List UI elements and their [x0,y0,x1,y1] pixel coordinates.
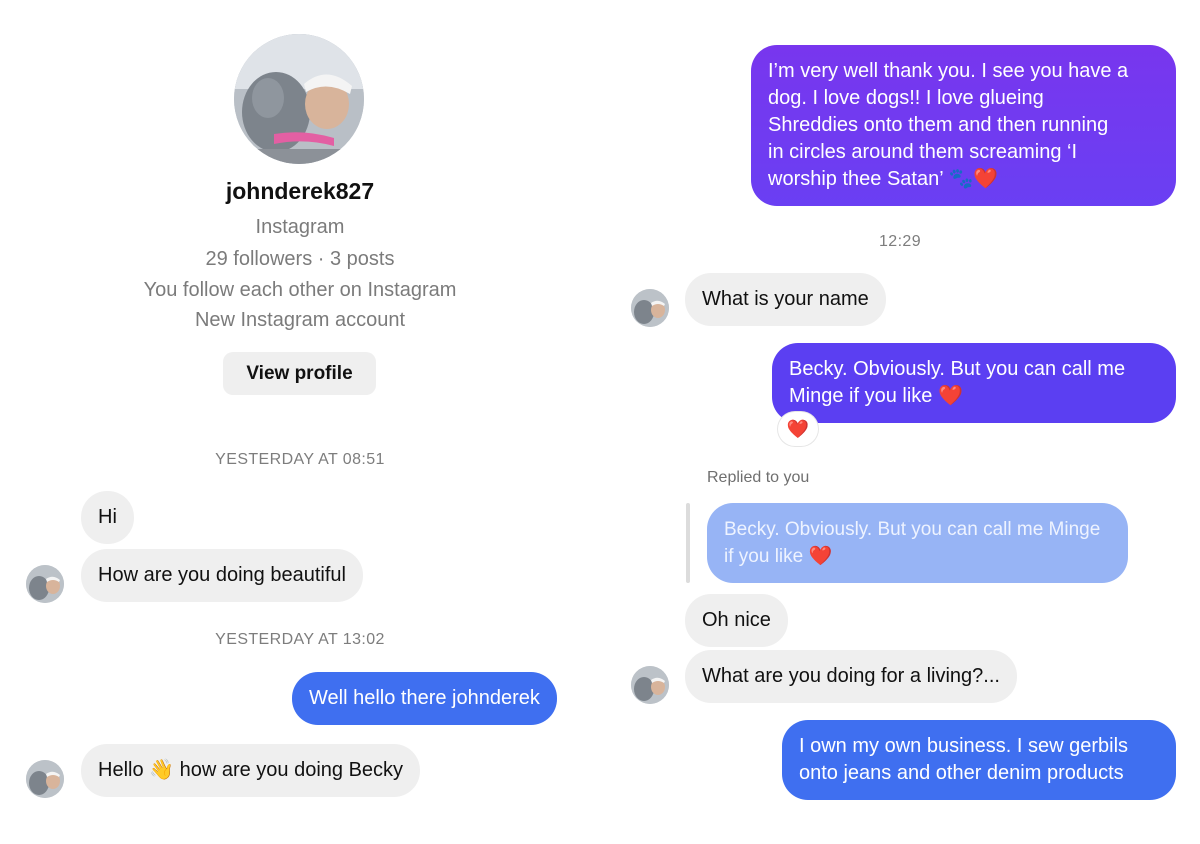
avatar-photo-icon [26,565,64,603]
message-line: Minge if you like ❤️ [789,385,963,407]
timestamp: YESTERDAY AT 13:02 [215,631,385,648]
profile-stats: 29 followers · 3 posts [205,248,395,270]
incoming-message[interactable]: Hello 👋 how are you doing Becky [81,744,421,797]
outgoing-message[interactable]: I own my own business. I sew gerbils ont… [782,720,1176,800]
outgoing-message[interactable]: Well hello there johnderek [292,672,557,725]
message-line: dog. I love dogs!! I love glueing [768,87,1044,109]
sender-avatar[interactable] [631,289,669,327]
incoming-message[interactable]: What is your name [685,273,886,326]
profile-platform: Instagram [255,216,345,238]
left-chat-pane: johnderek827 Instagram 29 followers · 3 … [0,0,600,844]
incoming-message[interactable]: How are you doing beautiful [81,549,363,602]
message-line: if you like ❤️ [724,546,833,567]
quoted-message[interactable]: Becky. Obviously. But you can call me Mi… [707,503,1128,583]
reply-indicator-bar [686,503,690,583]
outgoing-message[interactable]: Becky. Obviously. But you can call me Mi… [772,343,1176,423]
sender-avatar[interactable] [26,565,64,603]
sender-avatar[interactable] [631,666,669,704]
message-line: Becky. Obviously. But you can call me [789,358,1126,380]
incoming-message[interactable]: Hi [81,491,134,544]
profile-account-note: New Instagram account [194,309,406,331]
avatar-photo-icon [631,666,669,704]
timestamp: YESTERDAY AT 08:51 [215,451,385,468]
profile-photo-icon [234,34,364,164]
message-line: Becky. Obviously. But you can call me Mi… [724,519,1101,540]
message-line: onto jeans and other denim products [799,762,1124,784]
message-line: Shreddies onto them and then running [768,114,1109,136]
profile-username: johnderek827 [225,178,375,204]
replied-label: Replied to you [707,469,810,486]
incoming-message[interactable]: Oh nice [685,594,788,647]
outgoing-message[interactable]: I’m very well thank you. I see you have … [751,45,1176,206]
sender-avatar[interactable] [26,760,64,798]
heart-icon: ❤️ [786,418,810,439]
right-chat-pane: I’m very well thank you. I see you have … [600,0,1200,844]
avatar-photo-icon [26,760,64,798]
heart-reaction[interactable]: ❤️ [778,412,818,446]
incoming-message[interactable]: What are you doing for a living?... [685,650,1017,703]
message-line: I’m very well thank you. I see you have … [768,60,1129,82]
avatar-photo-icon [631,289,669,327]
message-line: worship thee Satan’ 🐾❤️ [768,168,999,190]
timestamp: 12:29 [878,233,922,250]
message-line: in circles around them screaming ‘I [768,141,1078,163]
view-profile-button[interactable]: View profile [223,352,376,395]
profile-mutual-follow: You follow each other on Instagram [143,279,457,301]
message-line: I own my own business. I sew gerbils [799,735,1129,757]
profile-avatar[interactable] [234,34,364,164]
